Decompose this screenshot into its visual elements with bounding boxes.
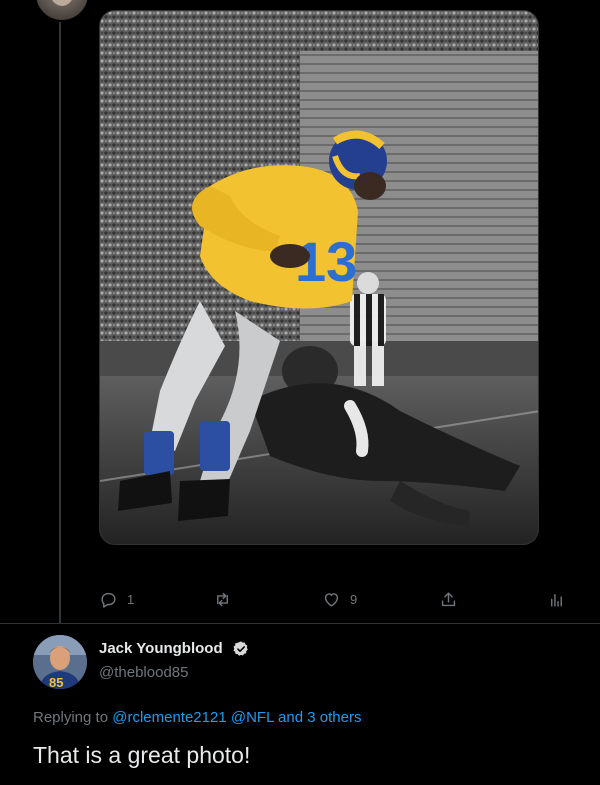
verified-badge-icon <box>233 641 248 656</box>
tweet-photo[interactable]: 13 <box>99 10 539 545</box>
heart-icon <box>324 592 339 607</box>
reply-tweet[interactable]: 85 Jack Youngblood @theblood85 Replying … <box>0 624 600 785</box>
mention-nfl[interactable]: @NFL <box>231 709 274 726</box>
author-name[interactable]: Jack Youngblood <box>99 640 223 657</box>
like-count: 9 <box>350 591 358 607</box>
replying-prefix: Replying to <box>33 709 109 726</box>
reply-count: 1 <box>127 591 135 607</box>
analytics-button[interactable] <box>547 584 566 614</box>
mention-rclemente2121[interactable]: @rclemente2121 <box>112 709 226 726</box>
football-photo-illustration: 13 <box>100 11 538 544</box>
share-button[interactable] <box>439 584 458 614</box>
tweet-actions: 1 9 <box>99 584 579 614</box>
author-avatar[interactable]: 85 <box>33 635 87 689</box>
tweet-text: That is a great photo! <box>33 742 251 768</box>
share-icon <box>441 591 456 606</box>
thread-connector-line <box>59 22 61 624</box>
mention-others[interactable]: 3 others <box>307 709 361 726</box>
replying-to-line: Replying to @rclemente2121 @NFL and 3 ot… <box>33 709 361 726</box>
parent-avatar[interactable] <box>34 0 90 22</box>
like-button[interactable]: 9 <box>322 584 357 614</box>
retweet-button[interactable] <box>213 584 241 614</box>
replying-and[interactable]: and <box>278 709 303 726</box>
author-handle[interactable]: @theblood85 <box>99 664 188 681</box>
parent-tweet[interactable]: 13 1 9 <box>0 0 600 624</box>
reply-icon <box>101 592 116 608</box>
author-avatar-image: 85 <box>33 635 87 689</box>
avatar-jersey-number: 85 <box>49 675 63 689</box>
retweet-icon <box>217 592 228 606</box>
analytics-icon <box>551 593 562 607</box>
reply-button[interactable]: 1 <box>99 584 134 614</box>
parent-avatar-face <box>50 0 74 6</box>
